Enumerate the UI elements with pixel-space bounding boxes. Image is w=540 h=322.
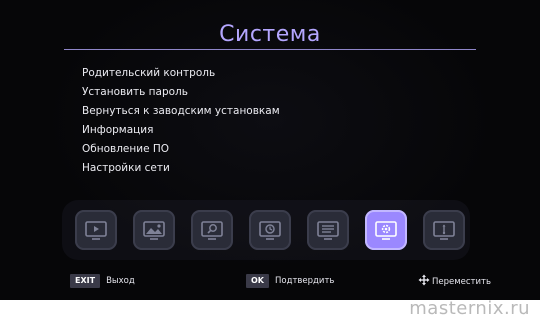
menu-item-factory-reset[interactable]: Вернуться к заводским установкам: [82, 102, 280, 121]
ok-label: Подтвердить: [275, 276, 335, 286]
move-hint: Переместить: [418, 274, 491, 288]
menu-item-information[interactable]: Информация: [82, 121, 280, 140]
clock-icon: [259, 221, 281, 240]
gear-icon: [375, 221, 397, 240]
tab-picture[interactable]: [133, 210, 175, 250]
move-arrows-icon: [418, 274, 430, 286]
picture-icon: [143, 221, 165, 240]
search-icon: [201, 221, 223, 240]
tab-timer[interactable]: [249, 210, 291, 250]
list-icon: [317, 221, 339, 240]
ok-hint[interactable]: OK Подтвердить: [246, 274, 334, 288]
video-icon: [85, 221, 107, 240]
tab-system[interactable]: [365, 210, 407, 250]
tab-search[interactable]: [191, 210, 233, 250]
exit-hint[interactable]: EXIT Выход: [70, 274, 135, 288]
exit-key: EXIT: [70, 274, 101, 288]
menu-item-network-settings[interactable]: Настройки сети: [82, 159, 280, 178]
page-title: Система: [219, 22, 321, 47]
title-divider: [64, 49, 476, 50]
menu-item-set-password[interactable]: Установить пароль: [82, 83, 280, 102]
system-menu: Родительский контроль Установить пароль …: [82, 64, 280, 178]
exit-label: Выход: [106, 276, 135, 286]
ok-key: OK: [246, 274, 269, 288]
tv-screen: Система Родительский контроль Установить…: [0, 0, 540, 300]
menu-item-software-update[interactable]: Обновление ПО: [82, 140, 280, 159]
tab-usb[interactable]: [423, 210, 465, 250]
menu-item-parental-control[interactable]: Родительский контроль: [82, 64, 280, 83]
watermark: masternix.ru: [409, 298, 530, 319]
move-label: Переместить: [432, 277, 491, 287]
usb-icon: [433, 221, 455, 240]
tab-video[interactable]: [75, 210, 117, 250]
tab-list[interactable]: [307, 210, 349, 250]
